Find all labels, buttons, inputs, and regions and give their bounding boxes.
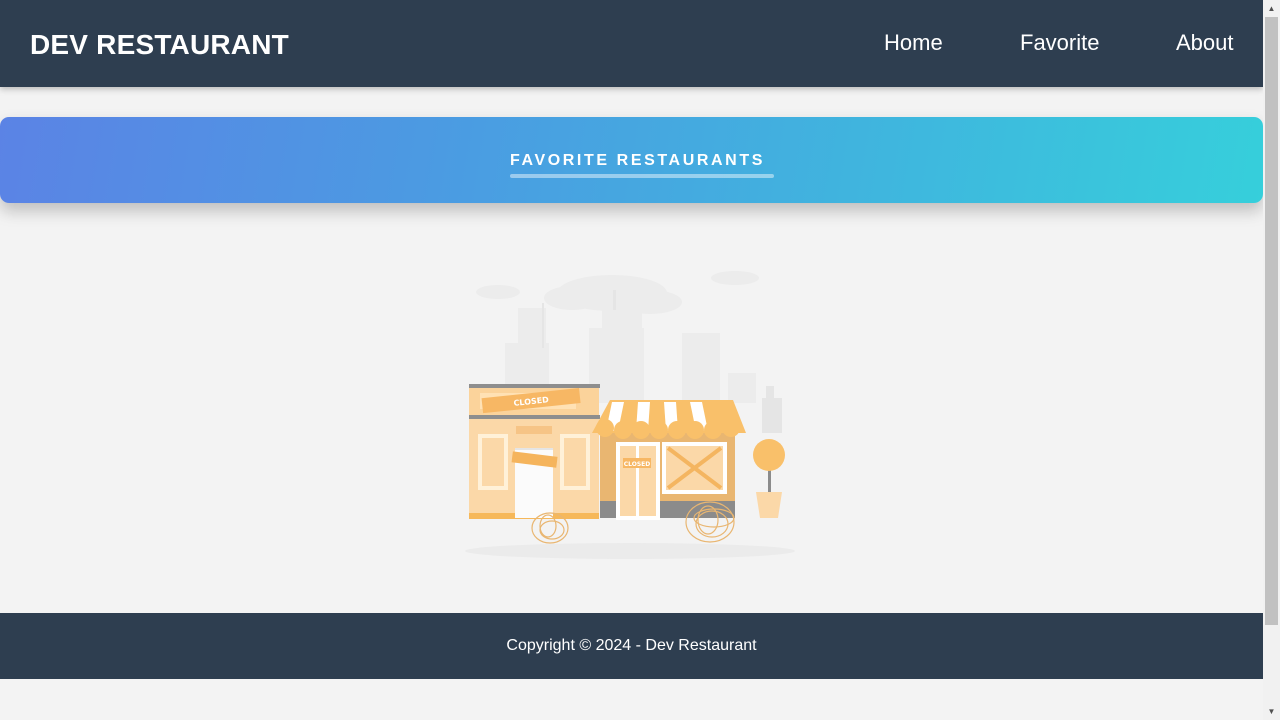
scroll-up-icon[interactable]: ▲ <box>1263 0 1280 17</box>
page-title: FAVORITE RESTAURANTS <box>510 152 765 169</box>
nav-link-about[interactable]: About <box>1176 30 1234 56</box>
page: DEV RESTAURANT Home Favorite About FAVOR… <box>0 0 1263 720</box>
navbar: DEV RESTAURANT Home Favorite About <box>0 0 1263 87</box>
closed-stores-icon: CLOSED CLOSED <box>460 268 800 563</box>
page-title-banner: FAVORITE RESTAURANTS <box>0 117 1263 203</box>
nav-link-home[interactable]: Home <box>884 30 943 56</box>
copyright-text: Copyright © 2024 - Dev Restaurant <box>506 637 757 654</box>
brand-logo[interactable]: DEV RESTAURANT <box>30 29 289 61</box>
scroll-down-icon[interactable]: ▼ <box>1263 703 1280 720</box>
vertical-scrollbar[interactable]: ▲ ▼ <box>1263 0 1280 720</box>
svg-text:CLOSED: CLOSED <box>624 461 651 468</box>
nav-link-favorite[interactable]: Favorite <box>1020 30 1099 56</box>
title-underline <box>510 174 774 178</box>
empty-state-illustration: CLOSED CLOSED <box>465 271 795 559</box>
scrollbar-thumb[interactable] <box>1265 17 1278 625</box>
footer: Copyright © 2024 - Dev Restaurant <box>0 613 1263 679</box>
